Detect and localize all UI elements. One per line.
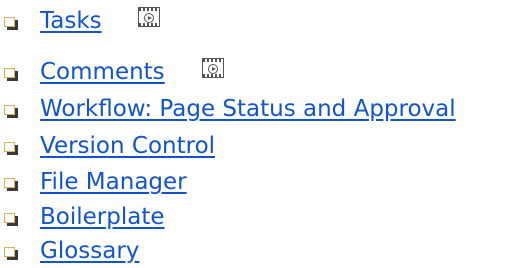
list-item-comments: Comments	[0, 56, 513, 88]
video-icon[interactable]	[138, 7, 160, 27]
checkbox-bullet-icon	[4, 178, 18, 191]
checkbox-bullet-icon	[4, 68, 18, 81]
checkbox-bullet-icon	[4, 17, 18, 30]
list-item-glossary: Glossary	[0, 235, 513, 267]
list-item-workflow: Workflow: Page Status and Approval	[0, 93, 513, 125]
list-item-tasks: Tasks	[0, 5, 513, 37]
list-item-boilerplate: Boilerplate	[0, 201, 513, 233]
checkbox-bullet-icon	[4, 142, 18, 155]
workflow-link[interactable]: Workflow: Page Status and Approval	[40, 93, 456, 125]
checkbox-bullet-icon	[4, 213, 18, 226]
video-icon[interactable]	[202, 58, 224, 78]
list-item-version-control: Version Control	[0, 130, 513, 162]
comments-link[interactable]: Comments	[40, 56, 165, 88]
version-control-link[interactable]: Version Control	[40, 130, 215, 162]
checkbox-bullet-icon	[4, 247, 18, 260]
glossary-link[interactable]: Glossary	[40, 235, 139, 267]
checkbox-bullet-icon	[4, 105, 18, 118]
boilerplate-link[interactable]: Boilerplate	[40, 201, 165, 233]
list-item-file-manager: File Manager	[0, 166, 513, 198]
tasks-link[interactable]: Tasks	[40, 5, 102, 37]
file-manager-link[interactable]: File Manager	[40, 166, 187, 198]
